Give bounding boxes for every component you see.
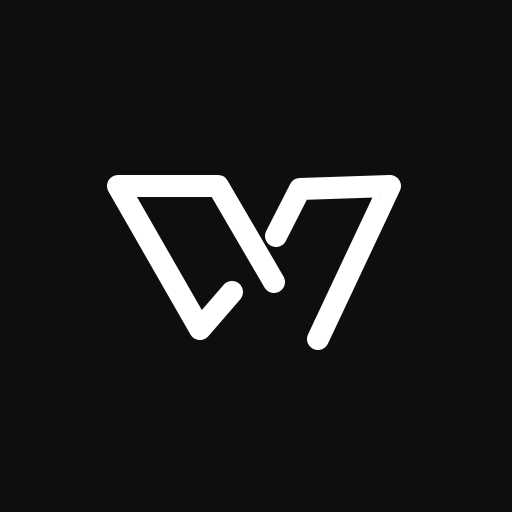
app-icon-canvas [0, 0, 512, 512]
w-monogram-logo-icon [0, 0, 512, 512]
